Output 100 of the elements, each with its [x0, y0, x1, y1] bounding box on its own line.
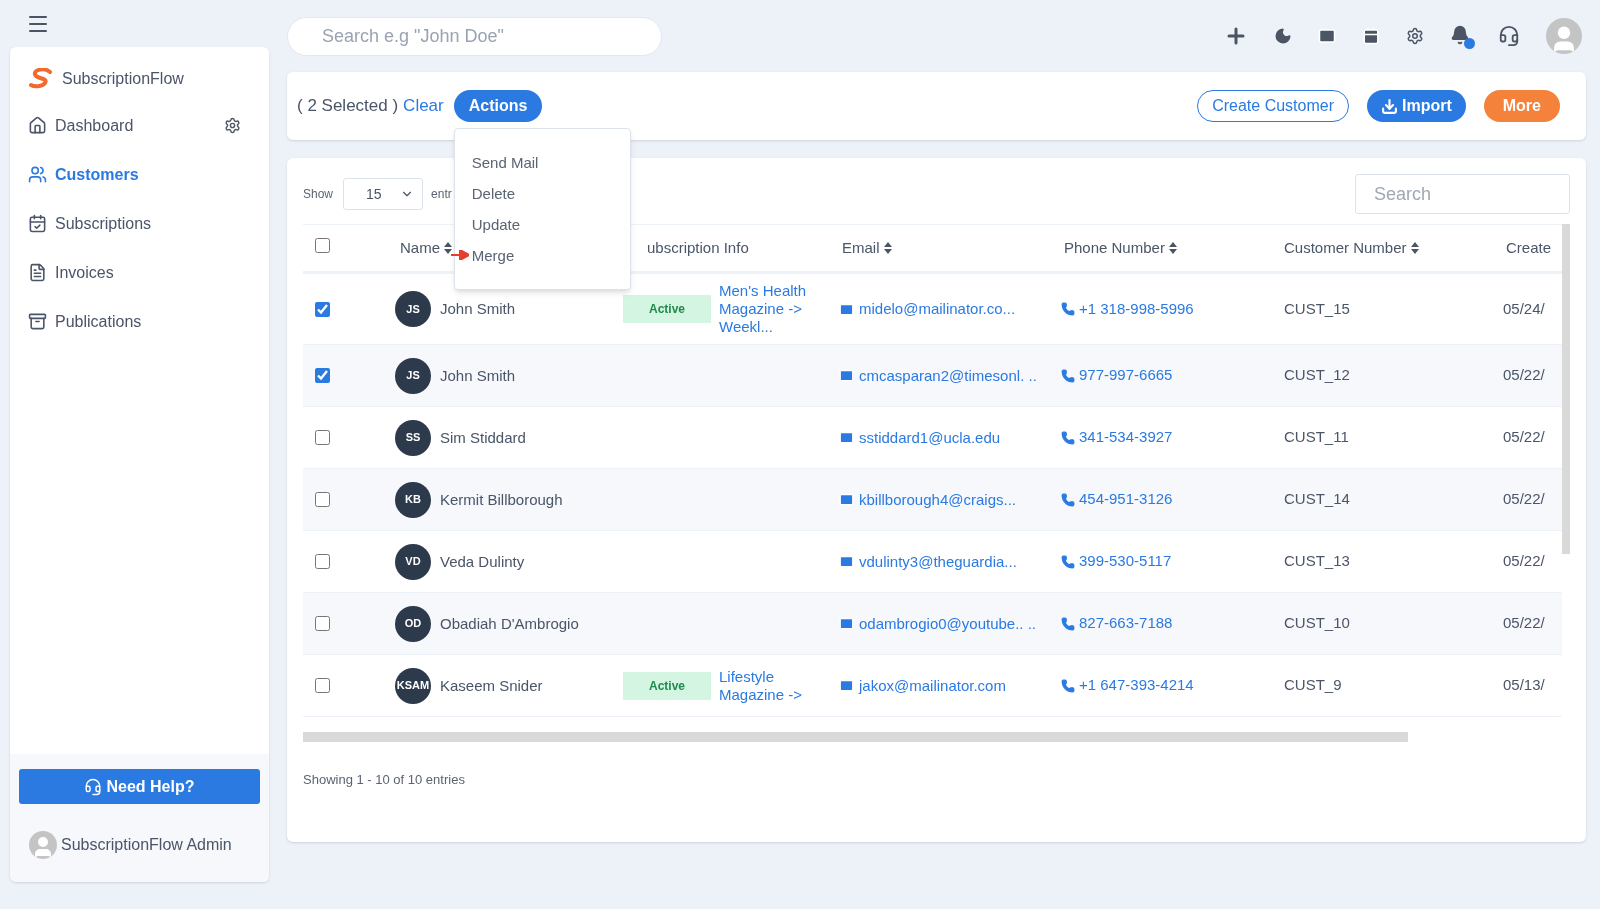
row-checkbox[interactable]: [315, 616, 330, 631]
row-checkbox[interactable]: [315, 554, 330, 569]
email-link[interactable]: kbillborough4@craigs...: [859, 490, 1016, 509]
email-link[interactable]: vdulinty3@theguardia...: [859, 552, 1017, 571]
row-checkbox[interactable]: [315, 678, 330, 693]
settings-icon[interactable]: [1406, 27, 1424, 45]
customer-name[interactable]: John Smith: [440, 366, 600, 385]
email-link[interactable]: odambrogio0@youtube.. ..: [859, 614, 1036, 633]
global-search-field[interactable]: Search e.g "John Doe": [287, 16, 662, 56]
headset-icon[interactable]: [1498, 25, 1520, 47]
phone-link[interactable]: 827-663-7188: [1079, 612, 1173, 635]
sidebar-item[interactable]: Publications: [10, 297, 241, 346]
created-date: 05/13/: [1503, 675, 1546, 696]
need-help-button[interactable]: Need Help?: [19, 769, 260, 804]
email-link[interactable]: midelo@mailinator.co...: [859, 300, 1016, 318]
menu-item[interactable]: Update: [454, 209, 630, 240]
customer-number: CUST_11: [1283, 427, 1350, 448]
entries-summary: Showing 1 - 10 of 10 entries: [303, 771, 466, 789]
phone-icon: [1061, 368, 1075, 383]
sidebar-item[interactable]: Invoices: [10, 248, 241, 297]
status-badge: Active: [623, 671, 711, 700]
initials-avatar: SS: [395, 419, 431, 456]
table-search-field[interactable]: Search: [1355, 174, 1570, 214]
settings-icon[interactable]: [224, 117, 241, 134]
initials-avatar: KSAM: [395, 667, 431, 704]
selection-count: ( 2 Selected ): [297, 95, 399, 118]
user-avatar-icon: [29, 831, 57, 859]
customer-name[interactable]: Kermit Billborough: [440, 490, 600, 509]
column-header[interactable]: Customer Number: [1284, 236, 1407, 260]
customer-number: CUST_9: [1283, 675, 1343, 696]
download-icon: [1381, 97, 1398, 115]
row-checkbox[interactable]: [315, 492, 330, 507]
customer-number: CUST_15: [1283, 298, 1351, 319]
actions-button[interactable]: Actions: [453, 90, 543, 122]
entries-label: entr: [431, 186, 452, 203]
created-date: 05/24/: [1503, 298, 1546, 319]
column-header: ubscription Info: [647, 237, 749, 258]
moon-icon[interactable]: [1274, 27, 1292, 45]
sidebar-item[interactable]: Dashboard: [10, 101, 224, 150]
phone-icon: [1061, 616, 1075, 631]
customer-number: CUST_12: [1283, 365, 1351, 386]
phone-link[interactable]: 399-530-5117: [1079, 550, 1172, 573]
select-all-checkbox[interactable]: [315, 238, 330, 253]
menu-item[interactable]: Merge: [454, 240, 630, 271]
show-label: Show: [303, 186, 334, 203]
phone-link[interactable]: 977-997-6665: [1079, 364, 1173, 387]
column-header[interactable]: Name: [400, 236, 440, 260]
column-header[interactable]: Phone Number: [1064, 236, 1165, 260]
logo-icon: [28, 68, 54, 90]
import-button[interactable]: Import: [1367, 90, 1466, 122]
phone-link[interactable]: +1 647-393-4214: [1079, 674, 1194, 697]
calendar-check-icon: [28, 214, 47, 233]
horizontal-scrollbar[interactable]: [303, 732, 1408, 742]
customer-number: CUST_14: [1283, 489, 1351, 510]
created-date: 05/22/: [1503, 427, 1546, 448]
subscription-link[interactable]: Men's Health Magazine -> Weekl...: [719, 282, 819, 336]
menu-item[interactable]: Send Mail: [454, 147, 630, 178]
clear-link[interactable]: Clear: [403, 93, 444, 119]
create-customer-button[interactable]: Create Customer: [1197, 90, 1349, 122]
created-date: 05/22/: [1503, 365, 1546, 386]
subscription-link[interactable]: Lifestyle Magazine ->: [719, 667, 819, 704]
phone-icon: [1061, 302, 1075, 316]
phone-icon: [1061, 678, 1075, 693]
created-date: 05/22/: [1503, 489, 1546, 510]
initials-avatar: JS: [395, 291, 431, 327]
row-checkbox[interactable]: [315, 430, 330, 445]
customer-name[interactable]: Sim Stiddard: [440, 428, 600, 447]
email-link[interactable]: jakox@mailinator.com: [859, 676, 1006, 695]
customer-name[interactable]: Kaseem Snider: [440, 676, 600, 695]
email-link[interactable]: sstiddard1@ucla.edu: [859, 428, 1001, 447]
vertical-scrollbar[interactable]: [1562, 224, 1570, 554]
row-checkbox[interactable]: [315, 301, 330, 317]
table-row[interactable]: OD Obadiah D'Ambrogio odambrogio0@youtube.. .. 827-663-7188 CUST_10 05/22/: [303, 593, 1562, 655]
home-icon: [28, 116, 47, 135]
row-checkbox[interactable]: [315, 368, 330, 383]
initials-avatar: JS: [395, 357, 431, 394]
customer-number: CUST_13: [1283, 551, 1351, 572]
customer-name[interactable]: Obadiah D'Ambrogio: [440, 614, 600, 633]
user-name: SubscriptionFlow Admin: [61, 835, 232, 855]
phone-icon: [1061, 492, 1075, 507]
users-icon: [28, 165, 47, 184]
customer-name[interactable]: Veda Dulinty: [440, 552, 600, 571]
table-row[interactable]: KB Kermit Billborough kbillborough4@craigs... 454-951-3126 CUST_14 05/22/: [303, 469, 1562, 531]
sidebar-item[interactable]: Subscriptions: [10, 199, 241, 248]
column-header[interactable]: Email: [842, 236, 880, 260]
menu-item[interactable]: Delete: [454, 178, 630, 209]
phone-link[interactable]: +1 318-998-5996: [1079, 297, 1194, 321]
phone-link[interactable]: 341-534-3927: [1079, 426, 1173, 449]
created-date: 05/22/: [1503, 613, 1546, 634]
page-size-select[interactable]: 15: [343, 178, 424, 210]
sidebar-item[interactable]: Customers: [10, 150, 241, 199]
initials-avatar: VD: [395, 543, 431, 580]
customer-name[interactable]: John Smith: [440, 300, 600, 318]
status-badge: Active: [623, 295, 711, 323]
email-link[interactable]: cmcasparan2@timesonl. ..: [859, 366, 1037, 385]
phone-link[interactable]: 454-951-3126: [1079, 488, 1173, 511]
archive-box-icon: [28, 312, 47, 331]
table-row[interactable]: JS John Smith cmcasparan2@timesonl. .. 977-997-6665 CUST_12 05/22/: [303, 345, 1562, 407]
notification-bell-icon[interactable]: [1450, 25, 1472, 47]
document-icon: [28, 263, 47, 282]
